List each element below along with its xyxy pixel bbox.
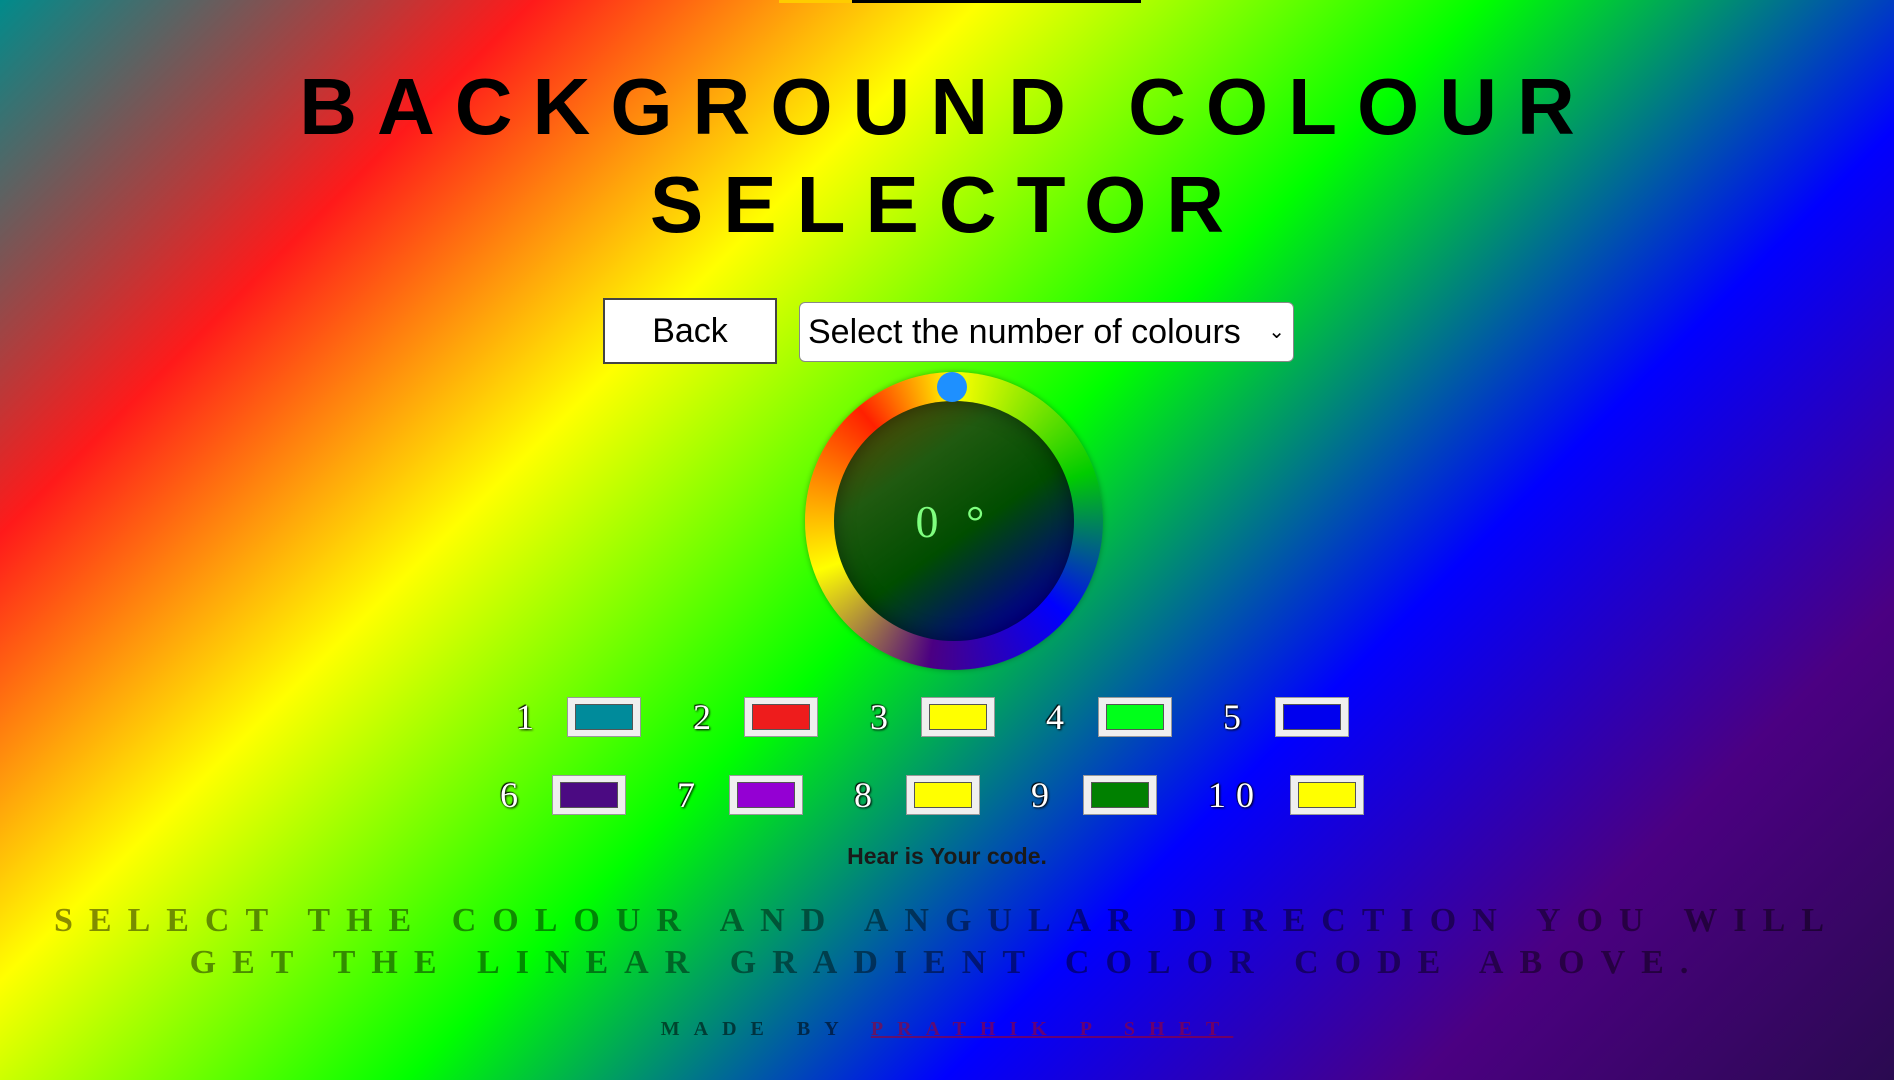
colour-picker-fill [929,704,987,730]
swatch-number: 8 [854,775,882,815]
swatch-number: 10 [1208,775,1264,815]
colour-picker-fill [737,782,795,808]
swatch-number: 1 [516,697,544,737]
colour-picker-fill [752,704,810,730]
colour-picker-fill [1298,782,1356,808]
chevron-down-icon: ⌄ [1268,321,1285,343]
swatch-number: 2 [693,697,721,737]
swatch-number: 5 [1223,697,1251,737]
angle-dial-center: 0 ° [834,401,1074,641]
swatch-row-1: 1 2 3 4 5 [0,697,1894,737]
colour-picker-fill [914,782,972,808]
swatch-number: 4 [1046,697,1074,737]
angle-readout: 0 ° [915,495,993,547]
colour-picker-8[interactable] [906,775,980,815]
colour-picker-7[interactable] [729,775,803,815]
footer: MADE BY PRATHIK P SHET [0,1018,1894,1041]
colour-picker-5[interactable] [1275,697,1349,737]
swatch-number: 6 [500,775,528,815]
colour-picker-fill [1106,704,1164,730]
instructions-text: SELECT THE COLOUR AND ANGULAR DIRECTION … [53,902,1841,981]
colour-picker-fill [575,704,633,730]
swatch-number: 3 [870,697,898,737]
page-title: BACKGROUND COLOUR SELECTOR [299,62,1595,249]
colour-picker-4[interactable] [1098,697,1172,737]
colour-picker-fill [1283,704,1341,730]
footer-made-by: MADE BY [660,1018,852,1040]
back-button[interactable]: Back [603,298,777,364]
colour-count-select[interactable]: Select the number of colours ⌄ [799,302,1294,362]
code-output-label: Hear is Your code. [847,843,1047,869]
colour-picker-fill [560,782,618,808]
colour-picker-6[interactable] [552,775,626,815]
colour-picker-10[interactable] [1290,775,1364,815]
angle-dial[interactable]: 0 ° [805,372,1103,670]
swatch-row-2: 6 7 8 9 10 [0,775,1894,815]
colour-picker-2[interactable] [744,697,818,737]
colour-picker-fill [1091,782,1149,808]
colour-picker-1[interactable] [567,697,641,737]
swatch-number: 7 [677,775,705,815]
swatch-number: 9 [1031,775,1059,815]
author-link[interactable]: PRATHIK P SHET [871,1018,1233,1040]
colour-picker-9[interactable] [1083,775,1157,815]
colour-picker-3[interactable] [921,697,995,737]
angle-dial-handle[interactable] [937,372,967,402]
colour-count-select-value: Select the number of colours [808,312,1241,351]
top-progress-strip [779,0,1141,3]
